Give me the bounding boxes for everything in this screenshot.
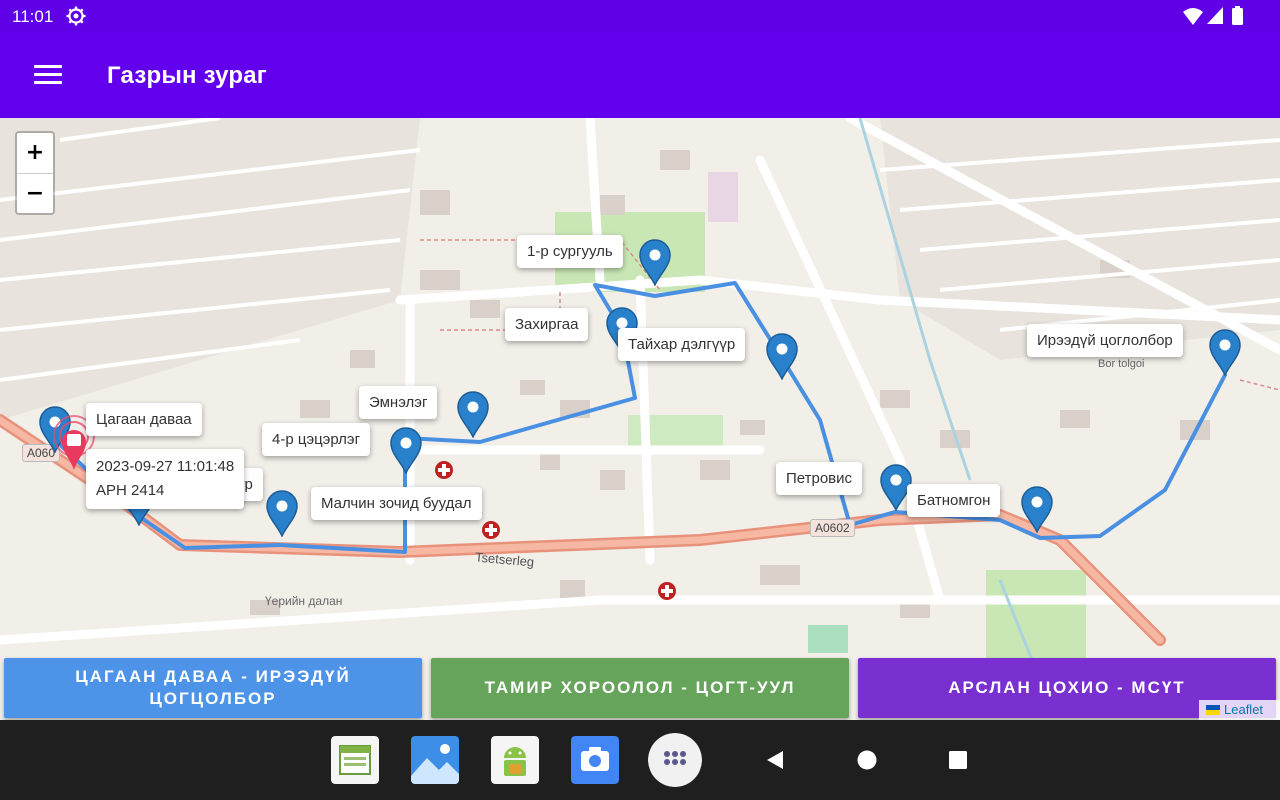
page-title: Газрын зураг	[107, 62, 267, 89]
label-batnomgon: Батномгон	[907, 484, 1001, 517]
hamburger-menu-icon[interactable]	[34, 65, 62, 85]
cell-signal-icon	[1207, 7, 1223, 24]
hospital-icon	[435, 461, 453, 479]
route-button-tsagaan-ireedui[interactable]: ЦАГААН ДАВАА - ИРЭЭДҮЙ ЦОГЦОЛБОР	[4, 658, 422, 718]
home-button-icon[interactable]	[857, 750, 877, 770]
road-label-bor-tolgoi: Bor tolgoi	[1098, 358, 1145, 370]
stop-marker-batnomgon[interactable]	[1020, 485, 1054, 533]
leaflet-link[interactable]: Leaflet	[1224, 702, 1263, 717]
label-emnelg: Эмнэлэг	[359, 386, 438, 419]
app-bar: Газрын зураг	[0, 32, 1280, 118]
stop-marker-ireedui[interactable]	[1208, 328, 1242, 376]
zoom-control: + −	[15, 131, 55, 215]
label-zakhirgaa: Захиргаа	[505, 308, 589, 341]
camera-app-icon[interactable]	[571, 736, 619, 784]
recents-button-icon[interactable]	[948, 750, 968, 770]
stop-marker-malchin[interactable]	[265, 489, 299, 537]
label-ts4: 4-р цэцэрлэг	[262, 423, 371, 456]
hospital-icon	[658, 582, 676, 600]
app-drawer-icon[interactable]	[648, 733, 702, 787]
zoom-out-button[interactable]: −	[17, 174, 53, 214]
android-app-icon[interactable]	[491, 736, 539, 784]
status-bar: 11:01	[0, 0, 1280, 32]
label-ireedui: Ирээдүй цоглолбор	[1027, 324, 1183, 357]
map-attribution[interactable]: Leaflet	[1199, 700, 1280, 720]
vehicle-info-popup: 2023-09-27 11:01:48 АРН 2414	[86, 449, 245, 509]
label-taikhar: Тайхар дэлгүүр	[618, 328, 746, 361]
label-malchin: Малчин зочид буудал	[311, 487, 482, 520]
ukraine-flag-icon	[1206, 705, 1220, 715]
navigation-bar	[0, 720, 1280, 800]
map-view[interactable]: Tsetserleg A0602 A060 Үерийн далан Bor t…	[0, 118, 1280, 720]
wifi-icon	[1183, 8, 1203, 25]
hospital-icon	[482, 521, 500, 539]
status-time: 11:01	[12, 7, 54, 26]
vehicle-timestamp: 2023-09-27 11:01:48	[96, 458, 235, 475]
calendar-app-icon[interactable]	[331, 736, 379, 784]
stop-marker-taikhar[interactable]	[765, 332, 799, 380]
battery-icon	[1232, 6, 1243, 25]
label-school: 1-р сургууль	[517, 235, 623, 268]
route-button-tamir-tsogt[interactable]: ТАМИР ХОРООЛОЛ - ЦОГТ-УУЛ	[431, 658, 849, 718]
label-petrovis: Петровис	[776, 462, 863, 495]
gallery-app-icon[interactable]	[411, 736, 459, 784]
road-label-a0602: A0602	[810, 519, 855, 537]
settings-gear-icon	[66, 6, 86, 26]
zoom-in-button[interactable]: +	[17, 133, 53, 174]
back-button-icon[interactable]	[765, 750, 785, 770]
road-label-uerin: Үерийн далан	[265, 594, 343, 608]
stop-marker-ts4[interactable]	[389, 426, 423, 474]
stop-marker-school[interactable]	[638, 238, 672, 286]
label-tsagaan: Цагаан даваа	[86, 403, 202, 436]
vehicle-plate: АРН 2414	[96, 482, 165, 499]
stop-marker-emnelg[interactable]	[456, 390, 490, 438]
